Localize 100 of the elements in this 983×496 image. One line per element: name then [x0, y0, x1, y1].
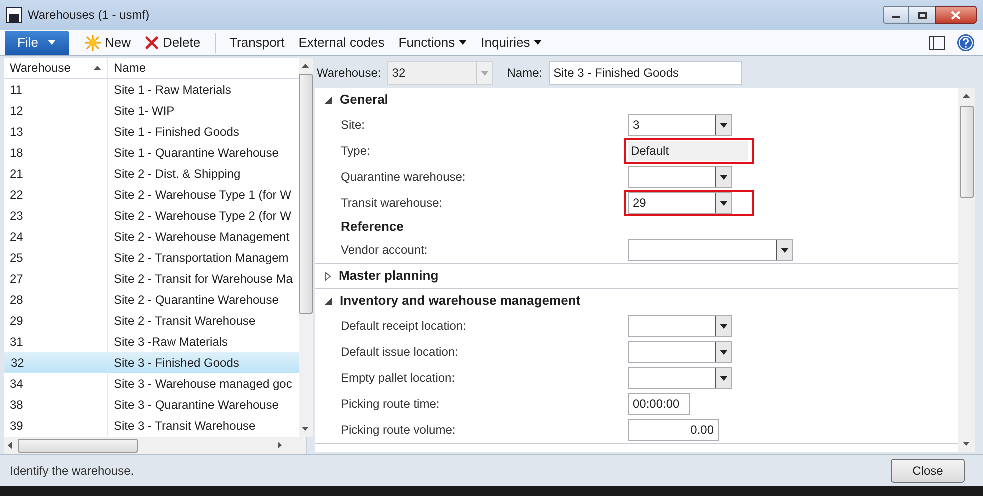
- list-row[interactable]: 23 Site 2 - Warehouse Type 2 (for W: [4, 205, 299, 226]
- table-cell: 22: [4, 184, 108, 205]
- list-row[interactable]: 39 Site 3 - Transit Warehouse: [4, 415, 299, 436]
- field-label: Site:: [341, 117, 366, 134]
- dropdown-field[interactable]: [628, 239, 793, 261]
- table-cell: 11: [4, 79, 108, 100]
- column-header[interactable]: Name: [108, 58, 299, 78]
- field-label: Picking route time:: [341, 396, 441, 413]
- scroll-thumb[interactable]: [18, 438, 138, 452]
- list-row[interactable]: 18 Site 1 - Quarantine Warehouse: [4, 142, 299, 163]
- scroll-down-icon[interactable]: [963, 442, 970, 446]
- dropdown-field[interactable]: [628, 341, 732, 363]
- warehouse-field: 32: [387, 61, 494, 85]
- list-row[interactable]: 24 Site 2 - Warehouse Management: [4, 226, 299, 247]
- close-icon: [951, 10, 961, 20]
- dropdown-field[interactable]: 29: [628, 192, 732, 214]
- table-cell: 38: [4, 394, 108, 415]
- field-label: Empty pallet location:: [341, 370, 456, 387]
- list-row[interactable]: 21 Site 2 - Dist. & Shipping: [4, 163, 299, 184]
- table-cell-text: Site 2 - Transit Warehouse: [113, 312, 257, 330]
- scroll-down-icon[interactable]: [302, 427, 310, 431]
- list-row[interactable]: 38 Site 3 - Quarantine Warehouse: [4, 394, 299, 415]
- dropdown-field[interactable]: [628, 166, 732, 188]
- number-field[interactable]: 0.00: [628, 419, 719, 441]
- toolbar-button[interactable]: New: [79, 32, 138, 54]
- table-cell-text: Site 1 - Quarantine Warehouse: [113, 144, 280, 162]
- caret-icon: [534, 40, 542, 45]
- list-row[interactable]: 29 Site 2 - Transit Warehouse: [4, 310, 299, 331]
- subsection-heading: Reference: [341, 218, 404, 236]
- list-row[interactable]: 11 Site 1 - Raw Materials: [4, 79, 299, 100]
- toolbar-button[interactable]: Delete: [139, 32, 207, 54]
- name-field[interactable]: Site 3 - Finished Goods: [548, 61, 742, 85]
- window-title: Warehouses (1 - usmf): [28, 7, 151, 24]
- horizontal-scrollbar[interactable]: [4, 437, 306, 454]
- toolbar-button[interactable]: Inquiries: [475, 32, 548, 54]
- table-cell-text: Site 2 - Transit for Warehouse Ma: [113, 270, 294, 288]
- read-only-field: Default: [628, 141, 748, 161]
- field-label: Default issue location:: [341, 344, 460, 361]
- table-cell-text: Site 2 - Warehouse Type 1 (for W: [113, 186, 292, 204]
- caret-icon: [459, 40, 468, 45]
- maximize-button[interactable]: [909, 6, 935, 24]
- app-icon: [6, 7, 22, 23]
- minimize-button[interactable]: [883, 6, 909, 24]
- toolbar-button[interactable]: External codes: [292, 32, 391, 54]
- section-header[interactable]: Inventory and warehouse management: [315, 289, 958, 313]
- table-cell-text: Site 1- WIP: [113, 102, 176, 120]
- scroll-left-icon[interactable]: [8, 442, 12, 449]
- list-row[interactable]: 12 Site 1- WIP: [4, 100, 299, 121]
- file-menu-button[interactable]: File: [5, 30, 69, 54]
- toolbar-button[interactable]: Functions: [392, 32, 474, 54]
- section-header[interactable]: Master planning: [315, 264, 958, 288]
- list-row[interactable]: 25 Site 2 - Transportation Managem: [4, 247, 299, 268]
- list-row[interactable]: 34 Site 3 - Warehouse managed goc: [4, 373, 299, 394]
- caret-icon: [48, 40, 56, 45]
- field-label: Default receipt location:: [341, 318, 468, 335]
- toolbar-button[interactable]: Transport: [224, 32, 291, 54]
- table-cell: 23: [4, 205, 108, 226]
- dropdown-field[interactable]: [628, 315, 732, 337]
- status-text: Identify the warehouse.: [10, 462, 136, 480]
- table-cell-text: Site 3 - Transit Warehouse: [113, 418, 257, 434]
- list-row[interactable]: 27 Site 2 - Transit for Warehouse Ma: [4, 268, 299, 289]
- field-label: Warehouse:: [317, 65, 382, 82]
- table-cell-text: Site 2 - Quarantine Warehouse: [113, 292, 280, 308]
- list-row[interactable]: 28 Site 2 - Quarantine Warehouse: [4, 289, 299, 310]
- close-button[interactable]: Close: [891, 458, 965, 482]
- table-cell: 28: [4, 289, 108, 310]
- scroll-up-icon[interactable]: [302, 64, 310, 68]
- section-header[interactable]: General: [315, 88, 958, 112]
- table-cell: 32: [4, 352, 108, 373]
- scroll-right-icon[interactable]: [278, 442, 282, 449]
- list-row[interactable]: 13 Site 1 - Finished Goods: [4, 121, 299, 142]
- dropdown-field[interactable]: 3: [628, 114, 732, 136]
- list-row[interactable]: 22 Site 2 - Warehouse Type 1 (for W: [4, 184, 299, 205]
- table-cell-text: Site 1 - Finished Goods: [113, 124, 240, 140]
- vertical-scrollbar[interactable]: [298, 58, 313, 437]
- field-label: Transit warehouse:: [341, 195, 444, 212]
- column-header[interactable]: Warehouse: [4, 58, 108, 78]
- help-icon[interactable]: [957, 34, 975, 52]
- table-cell-text: Site 2 - Warehouse Management: [113, 228, 291, 246]
- field-value: 29: [632, 195, 648, 212]
- close-window-button[interactable]: [935, 6, 977, 24]
- list-row[interactable]: 32 Site 3 - Finished Goods: [4, 352, 299, 373]
- expand-icon: [325, 272, 331, 280]
- table-cell-text: Site 3 - Quarantine Warehouse: [113, 396, 280, 414]
- table-cell: 25: [4, 247, 108, 268]
- table-cell-text: Site 3 -Raw Materials: [113, 334, 230, 350]
- dropdown-field[interactable]: [628, 367, 732, 389]
- vertical-scrollbar[interactable]: [958, 88, 975, 452]
- collapse-icon: [325, 96, 332, 104]
- scroll-thumb[interactable]: [298, 74, 313, 314]
- table-cell: 21: [4, 163, 108, 184]
- table-cell-text: Site 3 - Warehouse managed goc: [113, 376, 294, 392]
- scroll-up-icon[interactable]: [963, 94, 970, 98]
- table-cell: 18: [4, 142, 108, 163]
- sort-ascending-icon: [94, 66, 101, 70]
- time-field[interactable]: 00:00:00: [628, 393, 690, 415]
- collapse-icon: [325, 298, 332, 304]
- table-cell: 29: [4, 310, 108, 331]
- scroll-thumb[interactable]: [960, 106, 974, 198]
- layout-icon[interactable]: [929, 36, 945, 50]
